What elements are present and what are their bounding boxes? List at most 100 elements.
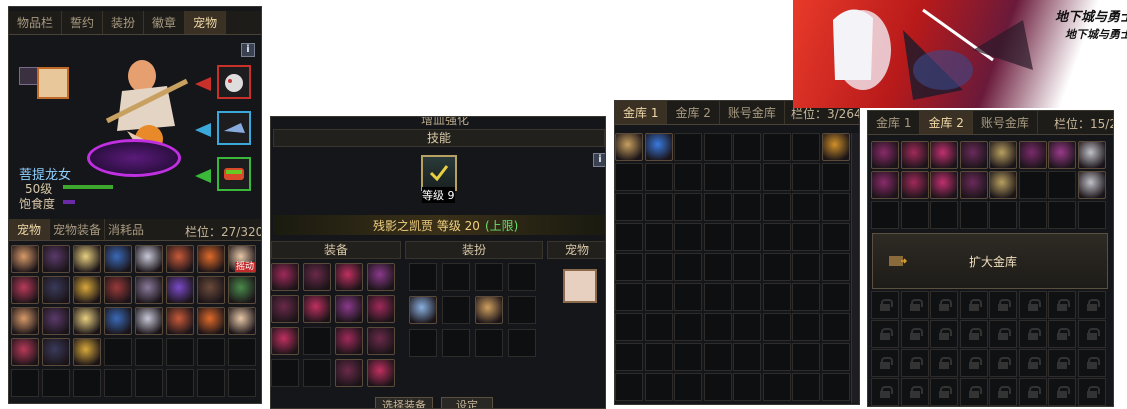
empty-slot[interactable] bbox=[135, 369, 163, 397]
subtab-pet-equipment[interactable]: 宠物装备 bbox=[50, 219, 106, 240]
tab-pet[interactable]: 宠物 bbox=[185, 11, 227, 34]
empty-slot[interactable] bbox=[303, 327, 331, 355]
empty-slot[interactable] bbox=[989, 201, 1017, 229]
empty-slot[interactable] bbox=[703, 373, 732, 401]
empty-slot[interactable] bbox=[762, 343, 791, 371]
expand-bank-button[interactable]: 扩大金库 bbox=[872, 233, 1108, 289]
empty-slot[interactable] bbox=[703, 313, 732, 341]
costume-item-slot[interactable] bbox=[475, 296, 503, 324]
pet-item-slot[interactable] bbox=[228, 307, 256, 335]
empty-slot[interactable] bbox=[1048, 201, 1076, 229]
empty-slot[interactable] bbox=[674, 133, 702, 161]
empty-slot[interactable] bbox=[733, 193, 761, 221]
empty-slot[interactable] bbox=[674, 193, 702, 221]
empty-slot[interactable] bbox=[271, 359, 299, 387]
bank-item-slot[interactable] bbox=[871, 171, 899, 199]
equip-item-slot[interactable] bbox=[335, 295, 363, 323]
pet-item-slot[interactable] bbox=[73, 338, 101, 366]
empty-slot[interactable] bbox=[674, 343, 702, 371]
empty-slot[interactable] bbox=[644, 313, 673, 341]
pet-equip-slot-blue[interactable] bbox=[217, 111, 251, 145]
empty-slot[interactable] bbox=[409, 263, 437, 291]
empty-slot[interactable] bbox=[228, 369, 256, 397]
skill-pet-slot[interactable] bbox=[563, 269, 597, 303]
equip-item-slot[interactable] bbox=[271, 263, 299, 291]
pet-item-slot[interactable] bbox=[228, 276, 256, 304]
pet-item-slot[interactable] bbox=[135, 307, 163, 335]
pet-item-slot[interactable] bbox=[166, 307, 194, 335]
pet-item-slot[interactable] bbox=[42, 276, 70, 304]
equip-item-slot[interactable] bbox=[367, 263, 395, 291]
empty-slot[interactable] bbox=[762, 253, 791, 281]
empty-slot[interactable] bbox=[303, 359, 331, 387]
pet-item-slot[interactable] bbox=[197, 245, 225, 273]
tab-account-bank[interactable]: 账号金库 bbox=[720, 101, 785, 124]
empty-slot[interactable] bbox=[733, 133, 761, 161]
empty-slot[interactable] bbox=[442, 263, 470, 291]
tab-emblem[interactable]: 徽章 bbox=[144, 11, 186, 34]
pet-equip-slot-green[interactable] bbox=[217, 157, 251, 191]
info-button[interactable]: i bbox=[593, 153, 605, 167]
bank-item-slot[interactable] bbox=[644, 133, 673, 161]
empty-slot[interactable] bbox=[703, 343, 732, 371]
empty-slot[interactable] bbox=[821, 343, 850, 371]
empty-slot[interactable] bbox=[733, 343, 761, 371]
pet-item-slot[interactable] bbox=[197, 276, 225, 304]
empty-slot[interactable] bbox=[792, 313, 820, 341]
empty-slot[interactable] bbox=[821, 373, 850, 401]
bank-item-slot[interactable] bbox=[959, 141, 988, 169]
empty-slot[interactable] bbox=[792, 223, 820, 251]
empty-slot[interactable] bbox=[228, 338, 256, 366]
tab-bank-1[interactable]: 金库 1 bbox=[615, 101, 668, 124]
empty-slot[interactable] bbox=[442, 329, 470, 357]
pet-item-slot[interactable] bbox=[197, 307, 225, 335]
bank-item-slot[interactable] bbox=[1048, 141, 1076, 169]
bank-item-slot[interactable] bbox=[989, 141, 1017, 169]
empty-slot[interactable] bbox=[644, 283, 673, 311]
empty-slot[interactable] bbox=[104, 338, 132, 366]
bank-item-slot[interactable] bbox=[900, 171, 929, 199]
pet-item-slot[interactable] bbox=[104, 245, 132, 273]
empty-slot[interactable] bbox=[615, 283, 643, 311]
pet-item-slot[interactable] bbox=[42, 245, 70, 273]
bank-item-slot[interactable] bbox=[1018, 141, 1047, 169]
empty-slot[interactable] bbox=[409, 329, 437, 357]
equip-item-slot[interactable] bbox=[335, 263, 363, 291]
empty-slot[interactable] bbox=[733, 223, 761, 251]
empty-slot[interactable] bbox=[703, 253, 732, 281]
empty-slot[interactable] bbox=[821, 283, 850, 311]
pet-item-slot[interactable] bbox=[104, 307, 132, 335]
empty-slot[interactable] bbox=[821, 313, 850, 341]
empty-slot[interactable] bbox=[11, 369, 39, 397]
info-button[interactable]: i bbox=[241, 43, 255, 57]
empty-slot[interactable] bbox=[792, 283, 820, 311]
empty-slot[interactable] bbox=[1018, 171, 1047, 199]
costume-item-slot[interactable] bbox=[409, 296, 437, 324]
empty-slot[interactable] bbox=[197, 369, 225, 397]
empty-slot[interactable] bbox=[959, 201, 988, 229]
pet-item-slot[interactable] bbox=[73, 245, 101, 273]
pet-item-slot[interactable] bbox=[135, 276, 163, 304]
empty-slot[interactable] bbox=[792, 193, 820, 221]
pet-item-slot[interactable] bbox=[73, 276, 101, 304]
empty-slot[interactable] bbox=[792, 163, 820, 191]
empty-slot[interactable] bbox=[674, 253, 702, 281]
empty-slot[interactable] bbox=[644, 193, 673, 221]
empty-slot[interactable] bbox=[703, 223, 732, 251]
empty-slot[interactable] bbox=[930, 201, 958, 229]
equip-item-slot[interactable] bbox=[271, 295, 299, 323]
empty-slot[interactable] bbox=[615, 163, 643, 191]
pet-item-slot[interactable] bbox=[135, 245, 163, 273]
empty-slot[interactable] bbox=[733, 163, 761, 191]
empty-slot[interactable] bbox=[792, 133, 820, 161]
empty-slot[interactable] bbox=[792, 373, 820, 401]
empty-slot[interactable] bbox=[762, 373, 791, 401]
bank-item-slot[interactable] bbox=[930, 171, 958, 199]
equip-item-slot[interactable] bbox=[335, 327, 363, 355]
empty-slot[interactable] bbox=[442, 296, 470, 324]
empty-slot[interactable] bbox=[615, 223, 643, 251]
empty-slot[interactable] bbox=[762, 223, 791, 251]
empty-slot[interactable] bbox=[703, 193, 732, 221]
empty-slot[interactable] bbox=[508, 329, 536, 357]
empty-slot[interactable] bbox=[792, 343, 820, 371]
